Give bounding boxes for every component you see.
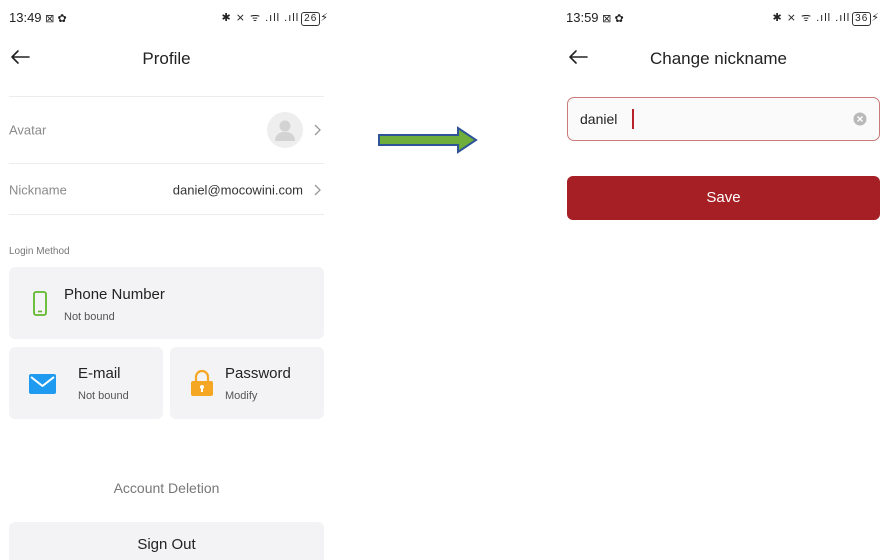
charging-icon: ⚡ bbox=[320, 12, 329, 24]
signal-icons: ✱ ⨯ ᯤ .ıll .ıll bbox=[221, 12, 300, 24]
clock: 13:49 bbox=[9, 10, 42, 25]
page-title: Change nickname bbox=[649, 49, 788, 68]
header: Change nickname bbox=[557, 40, 880, 76]
status-bar: 13:59 ⊠ ✿ ✱ ⨯ ᯤ .ıll .ıll 36 ⚡ bbox=[566, 10, 880, 26]
avatar-row[interactable]: Avatar bbox=[0, 97, 333, 163]
padlock-icon bbox=[191, 369, 213, 396]
password-status: Modify bbox=[225, 390, 258, 402]
email-title: E-mail bbox=[78, 365, 121, 382]
phone-number-title: Phone Number bbox=[64, 286, 165, 303]
battery-icon: 36 bbox=[852, 12, 872, 26]
profile-screen: 13:49 ⊠ ✿ ✱ ⨯ ᯤ .ıll .ıll 26 ⚡ Profile Ava… bbox=[0, 0, 333, 560]
change-nickname-screen: 13:59 ⊠ ✿ ✱ ⨯ ᯤ .ıll .ıll 36 ⚡ Change nick… bbox=[557, 0, 880, 560]
sign-out-button[interactable]: Sign Out bbox=[9, 522, 324, 560]
chevron-right-icon bbox=[314, 184, 321, 196]
header: Profile bbox=[0, 40, 333, 76]
page-title: Profile bbox=[142, 49, 191, 68]
save-button[interactable]: Save bbox=[567, 176, 880, 220]
password-card[interactable]: Password Modify bbox=[170, 347, 324, 419]
signal-icons: ✱ ⨯ ᯤ .ıll .ıll bbox=[772, 12, 851, 24]
phone-icon bbox=[33, 291, 47, 316]
clear-icon[interactable] bbox=[853, 112, 867, 126]
notification-icons: ⊠ ✿ bbox=[602, 13, 624, 25]
email-status: Not bound bbox=[78, 390, 129, 402]
battery-icon: 26 bbox=[301, 12, 321, 26]
phone-number-card[interactable]: Phone Number Not bound bbox=[9, 267, 324, 339]
avatar[interactable] bbox=[267, 112, 303, 148]
status-time: 13:59 ⊠ ✿ bbox=[566, 10, 624, 25]
nickname-label: Nickname bbox=[9, 182, 67, 198]
password-title: Password bbox=[225, 365, 291, 382]
avatar-label: Avatar bbox=[9, 122, 47, 138]
status-bar: 13:49 ⊠ ✿ ✱ ⨯ ᯤ .ıll .ıll 26 ⚡ bbox=[9, 10, 333, 26]
status-icons: ✱ ⨯ ᯤ .ıll .ıll 26 ⚡ bbox=[221, 10, 329, 26]
status-icons: ✱ ⨯ ᯤ .ıll .ıll 36 ⚡ bbox=[772, 10, 880, 26]
user-silhouette-icon bbox=[275, 120, 295, 141]
status-time: 13:49 ⊠ ✿ bbox=[9, 10, 67, 25]
nickname-value: daniel@mocowini.com bbox=[172, 182, 303, 198]
charging-icon: ⚡ bbox=[871, 12, 880, 24]
nickname-field[interactable] bbox=[567, 97, 880, 141]
divider bbox=[9, 214, 324, 215]
envelope-icon bbox=[29, 374, 56, 394]
account-deletion-link[interactable]: Account Deletion bbox=[0, 480, 333, 496]
email-card[interactable]: E-mail Not bound bbox=[9, 347, 163, 419]
phone-number-status: Not bound bbox=[64, 311, 115, 323]
clock: 13:59 bbox=[566, 10, 599, 25]
login-method-label: Login Method bbox=[9, 246, 70, 257]
nickname-input[interactable] bbox=[580, 98, 830, 139]
notification-icons: ⊠ ✿ bbox=[45, 13, 67, 25]
chevron-right-icon bbox=[314, 124, 321, 136]
flow-arrow-icon bbox=[378, 126, 478, 154]
text-caret bbox=[632, 109, 634, 129]
